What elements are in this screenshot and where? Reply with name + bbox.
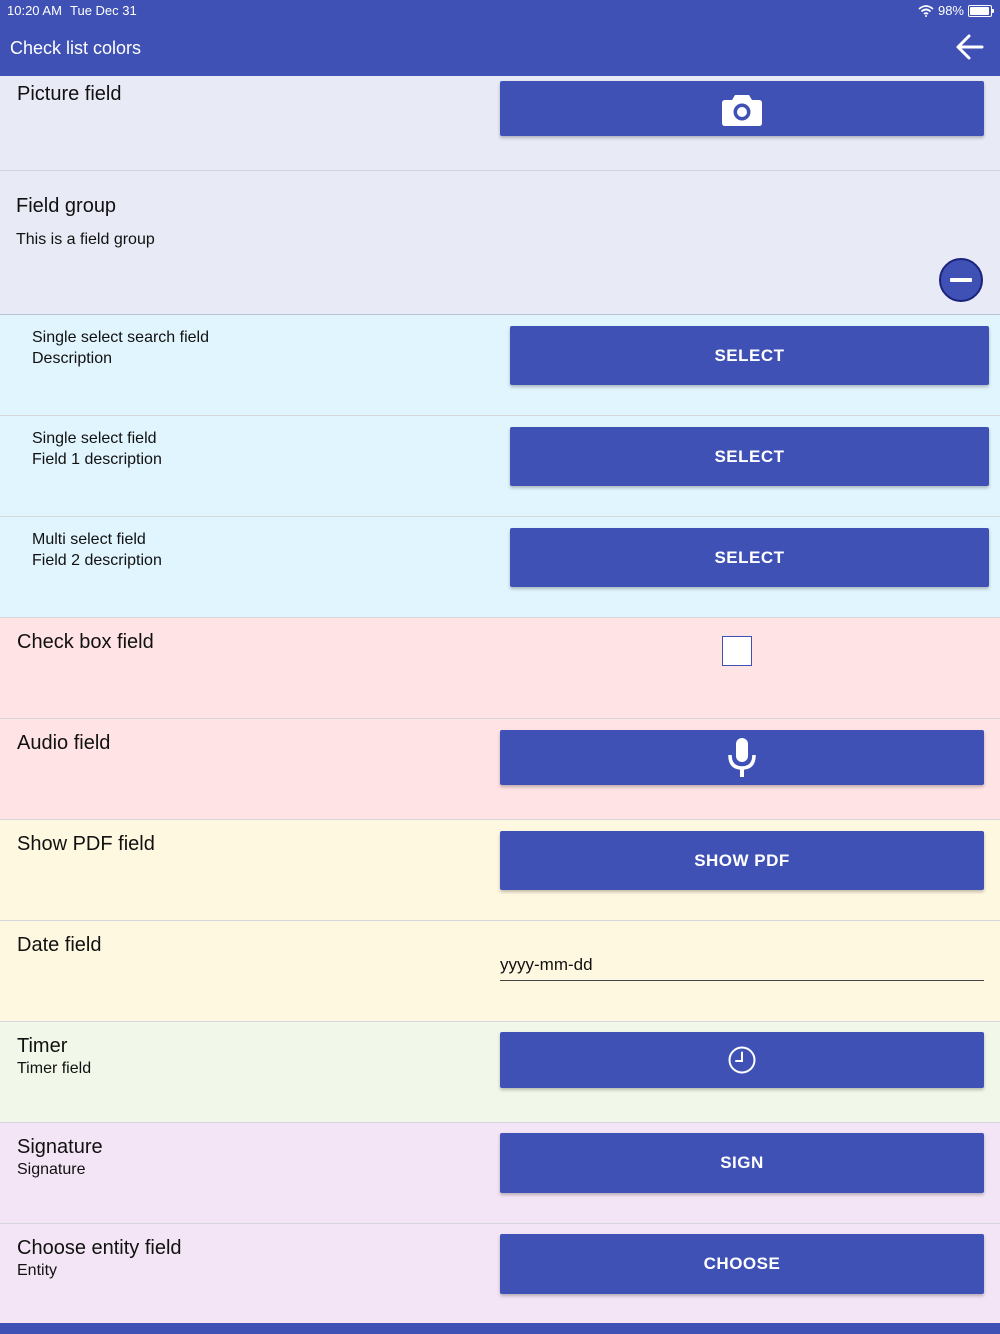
bottom-bar: [0, 1323, 1000, 1334]
picture-field-label: Picture field: [17, 83, 122, 105]
status-time: 10:20 AM: [7, 3, 62, 18]
select-search-button[interactable]: SELECT: [510, 326, 989, 385]
page-title: Check list colors: [10, 38, 142, 58]
single-select-search-row: Single select search field Description S…: [0, 315, 1000, 416]
minus-circle-icon: [939, 258, 983, 302]
single-select-description: Field 1 description: [32, 451, 162, 468]
battery-icon: [968, 4, 994, 17]
status-indicators: 98%: [918, 3, 994, 18]
back-arrow-icon: [956, 34, 984, 60]
app-bar: 10:20 AM Tue Dec 31 98% Check list color…: [0, 0, 1000, 76]
status-date: Tue Dec 31: [70, 3, 137, 18]
single-select-search-description: Description: [32, 350, 113, 367]
signature-field-label: Signature: [17, 1136, 103, 1158]
field-group-label: Field group: [16, 195, 117, 217]
picture-field-row: Picture field: [0, 76, 1000, 171]
multi-select-button[interactable]: SELECT: [510, 528, 989, 587]
entity-field-label: Choose entity field: [17, 1237, 182, 1259]
checkbox-field-row: Check box field: [0, 618, 1000, 719]
take-picture-button[interactable]: [500, 81, 984, 136]
single-select-row: Single select field Field 1 description …: [0, 416, 1000, 517]
audio-field-row: Audio field: [0, 719, 1000, 820]
clock-icon: [728, 1046, 756, 1074]
back-button[interactable]: [954, 31, 986, 63]
timer-field-description: Timer field: [17, 1060, 92, 1077]
date-input[interactable]: [500, 950, 984, 981]
field-group-row: Field group This is a field group: [0, 171, 1000, 315]
timer-field-row: Timer Timer field: [0, 1022, 1000, 1123]
choose-entity-button[interactable]: CHOOSE: [500, 1234, 984, 1294]
show-pdf-button[interactable]: SHOW PDF: [500, 831, 984, 890]
pdf-field-label: Show PDF field: [17, 833, 155, 855]
battery-percent: 98%: [937, 3, 964, 18]
multi-select-description: Field 2 description: [32, 552, 162, 569]
multi-select-label: Multi select field: [32, 531, 146, 548]
checkbox-field-label: Check box field: [17, 631, 154, 653]
date-field-label: Date field: [17, 934, 102, 956]
camera-icon: [722, 94, 762, 126]
signature-field-description: Signature: [17, 1161, 86, 1178]
microphone-icon: [728, 737, 756, 777]
single-select-button[interactable]: SELECT: [510, 427, 989, 486]
checkbox-input[interactable]: [722, 636, 752, 666]
wifi-icon: [918, 4, 934, 17]
multi-select-row: Multi select field Field 2 description S…: [0, 517, 1000, 618]
date-field-row: Date field: [0, 921, 1000, 1022]
pdf-field-row: Show PDF field SHOW PDF: [0, 820, 1000, 921]
field-group-description: This is a field group: [16, 231, 155, 248]
signature-field-row: Signature Signature SIGN: [0, 1123, 1000, 1224]
single-select-label: Single select field: [32, 430, 157, 447]
entity-field-description: Entity: [17, 1262, 58, 1279]
audio-field-label: Audio field: [17, 732, 111, 754]
sign-button[interactable]: SIGN: [500, 1133, 984, 1193]
entity-field-row: Choose entity field Entity CHOOSE: [0, 1224, 1000, 1323]
collapse-group-button[interactable]: [938, 257, 984, 303]
single-select-search-label: Single select search field: [32, 329, 209, 346]
record-audio-button[interactable]: [500, 730, 984, 785]
timer-field-label: Timer: [17, 1035, 68, 1057]
start-timer-button[interactable]: [500, 1032, 984, 1088]
